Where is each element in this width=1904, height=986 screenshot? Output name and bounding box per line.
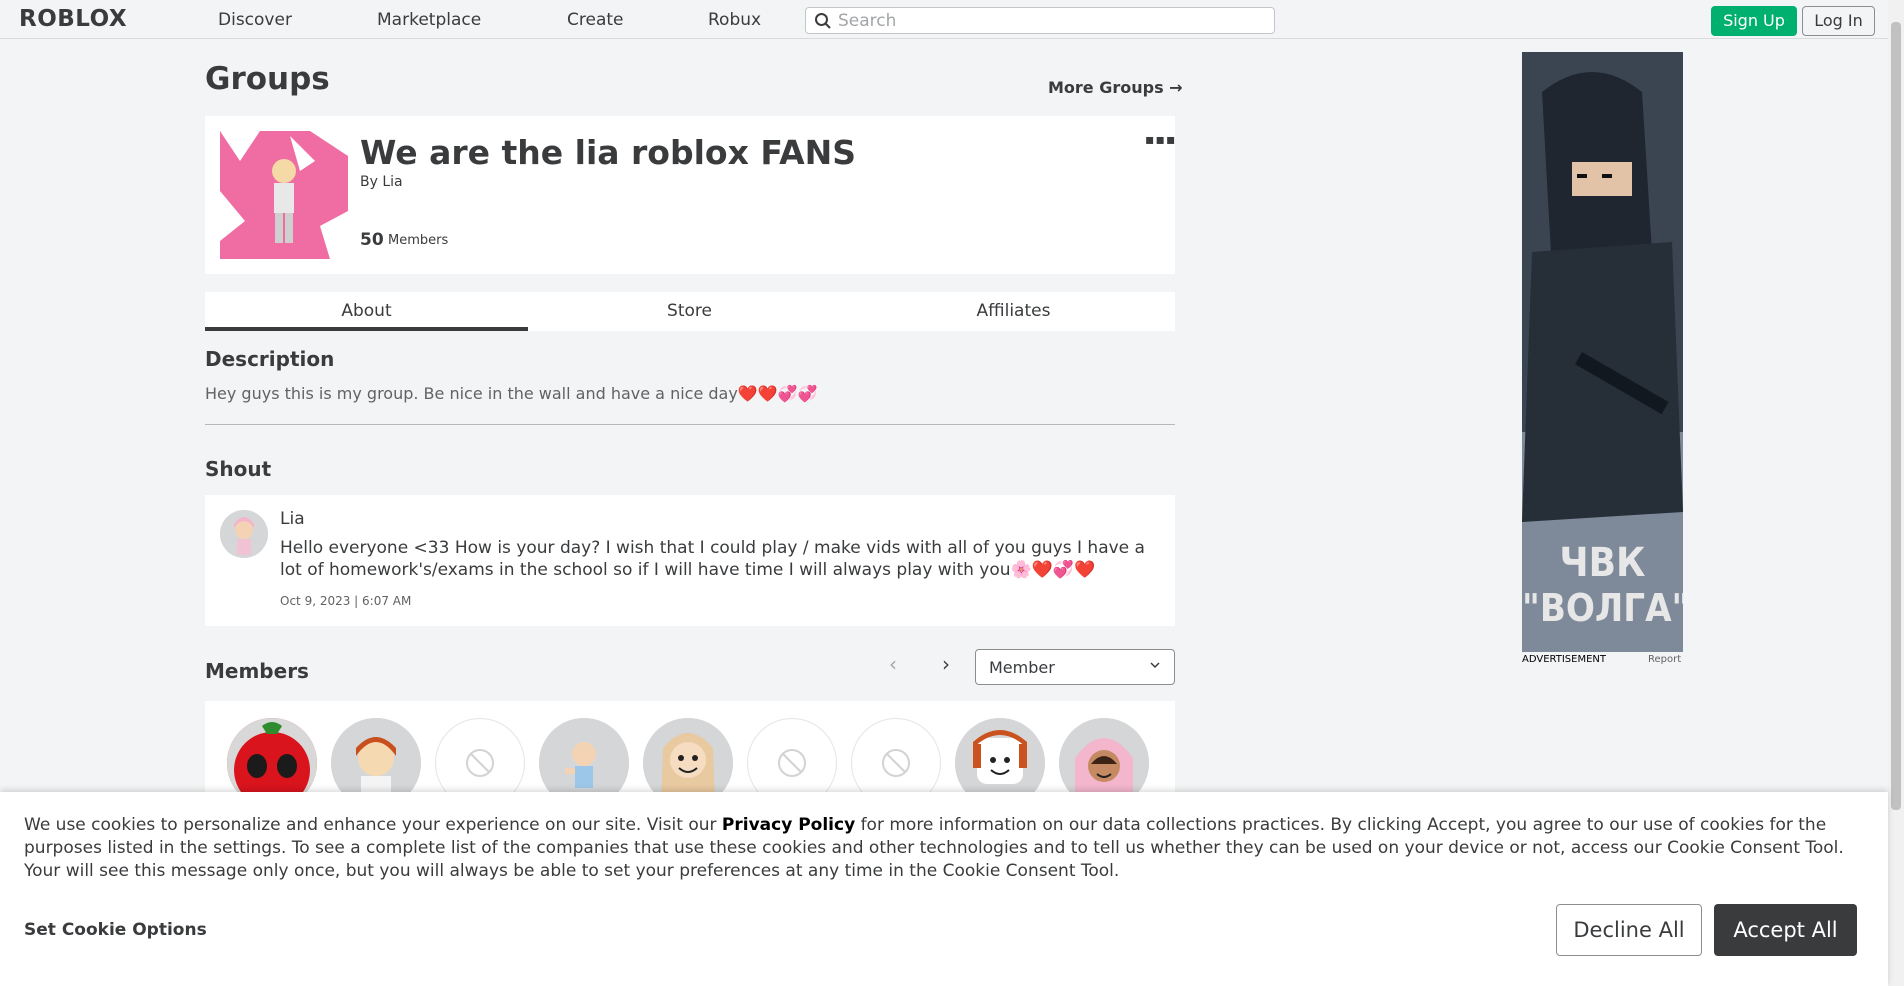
section-divider [205,424,1175,425]
cookie-consent-banner: We use cookies to personalize and enhanc… [0,792,1888,986]
advertisement-label: ADVERTISEMENT [1522,654,1607,665]
description-text: Hey guys this is my group. Be nice in th… [205,384,818,403]
members-list [205,701,1175,801]
group-header-card: We are the lia roblox FANS By Lia 50 Mem… [205,116,1175,274]
group-emblem [220,131,348,259]
chevron-down-icon [1150,662,1160,669]
role-dropdown[interactable]: Member [975,649,1175,685]
member-avatar[interactable] [955,718,1045,801]
member-count-label: Members [388,233,449,248]
previous-page-icon[interactable]: ‹ [889,652,897,676]
shout-avatar[interactable] [220,510,268,558]
top-navigation-bar: ROBLOX Discover Marketplace Create Robux… [0,0,1888,39]
decline-all-button[interactable]: Decline All [1556,904,1702,956]
member-avatar[interactable] [331,718,421,801]
member-avatar-unavailable[interactable] [747,718,837,801]
shout-message: Hello everyone <33 How is your day? I wi… [280,538,1145,580]
group-name: We are the lia roblox FANS [360,133,857,172]
members-heading: Members [205,659,309,683]
tab-affiliates[interactable]: Affiliates [852,292,1175,331]
advertisement-banner[interactable]: ЧВК "ВОЛГА" [1522,52,1683,652]
privacy-policy-link[interactable]: Privacy Policy [722,815,855,835]
more-groups-link[interactable]: More Groups → [1048,78,1183,97]
page-scrollbar[interactable] [1888,0,1904,986]
scrollbar-thumb[interactable] [1891,22,1901,810]
page-title: Groups [205,61,330,97]
shout-username[interactable]: Lia [280,509,305,529]
nav-discover[interactable]: Discover [218,10,292,30]
tab-store[interactable]: Store [528,292,851,331]
next-page-icon[interactable]: › [942,652,950,676]
sign-up-button[interactable]: Sign Up [1711,6,1797,36]
tab-about[interactable]: About [205,292,528,331]
member-avatar[interactable] [643,718,733,801]
search-icon [815,13,831,29]
search-input[interactable] [836,9,1260,33]
nav-create[interactable]: Create [567,10,624,30]
description-heading: Description [205,347,335,371]
shout-heading: Shout [205,457,272,481]
search-box[interactable] [805,7,1275,34]
member-count: 50 [360,230,384,250]
nav-marketplace[interactable]: Marketplace [377,10,481,30]
member-avatar[interactable] [227,718,317,801]
member-avatar[interactable] [1059,718,1149,801]
shout-timestamp: Oct 9, 2023 | 6:07 AM [280,594,412,608]
log-in-button[interactable]: Log In [1802,6,1875,36]
cookie-message: We use cookies to personalize and enhanc… [24,814,1864,883]
group-owner-link[interactable]: By Lia [360,174,403,190]
more-dots-icon[interactable]: ▪▪▪ [1145,132,1176,148]
shout-card: Lia Hello everyone <33 How is your day? … [205,495,1175,626]
report-ad-link[interactable]: Report [1648,654,1681,665]
nav-robux[interactable]: Robux [708,10,761,30]
advertisement-title-line-2: "ВОЛГА" [1522,586,1683,630]
roblox-logo[interactable]: ROBLOX [19,6,127,32]
group-tabs: About Store Affiliates [205,292,1175,331]
cookie-text-part-1: We use cookies to personalize and enhanc… [24,815,722,835]
role-dropdown-value: Member [989,658,1055,677]
accept-all-button[interactable]: Accept All [1714,904,1857,956]
member-avatar[interactable] [539,718,629,801]
member-avatar-unavailable[interactable] [435,718,525,801]
set-cookie-options-link[interactable]: Set Cookie Options [24,920,207,940]
member-avatar-unavailable[interactable] [851,718,941,801]
advertisement-title-line-1: ЧВК [1559,540,1646,586]
